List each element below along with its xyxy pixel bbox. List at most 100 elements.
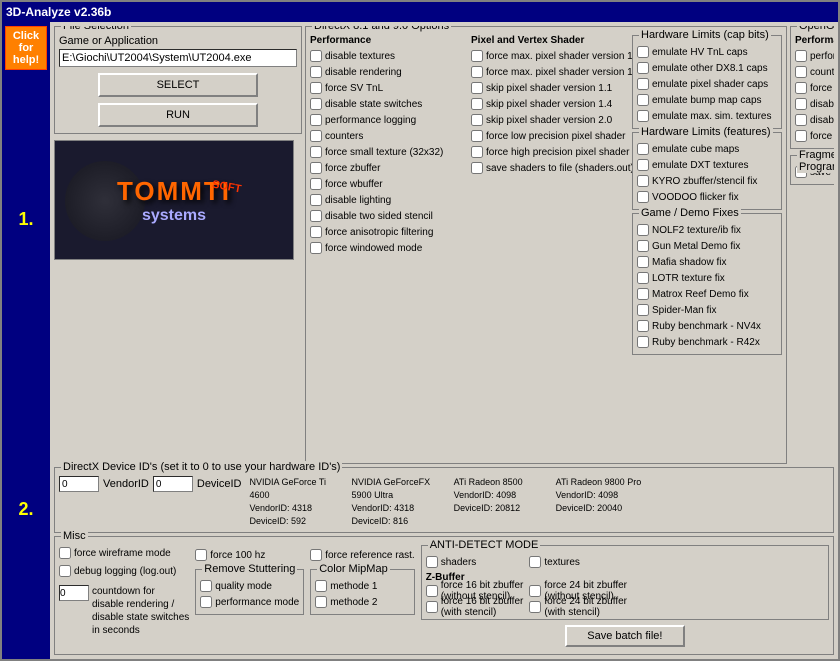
cb-ps11-force-input[interactable] — [471, 50, 483, 62]
cb-force-zbuffer-label: force zbuffer — [325, 163, 380, 174]
cb-ruby-r42x-input[interactable] — [637, 336, 649, 348]
cb-ps11-force: force max. pixel shader version 1.1 — [471, 48, 626, 64]
cb-bump-caps-input[interactable] — [637, 94, 649, 106]
cb-low-prec-input[interactable] — [471, 130, 483, 142]
cb-bump-caps-label: emulate bump map caps — [652, 95, 762, 106]
cb-wireframe-input[interactable] — [59, 547, 71, 559]
save-batch-button[interactable]: Save batch file! — [565, 625, 685, 647]
cb-disable-lighting-input[interactable] — [310, 194, 322, 206]
right-column: OpenGL Options Performance performance l… — [790, 26, 834, 464]
vendor-id-input[interactable] — [59, 476, 99, 492]
cb-shaders-input[interactable] — [426, 556, 438, 568]
cb-high-prec-input[interactable] — [471, 146, 483, 158]
cb-small-texture-input[interactable] — [310, 146, 322, 158]
cb-ps11-skip-input[interactable] — [471, 82, 483, 94]
cb-matrox-input[interactable] — [637, 288, 649, 300]
cb-sim-tex-input[interactable] — [637, 110, 649, 122]
cb-cube-maps-input[interactable] — [637, 143, 649, 155]
file-path-input[interactable] — [59, 49, 297, 67]
cb-ogl-perf-log: performance logging — [795, 48, 834, 64]
cb-force-wbuffer-input[interactable] — [310, 178, 322, 190]
performance-col: Performance disable textures disable ren… — [310, 35, 465, 355]
cb-save-shaders-input[interactable] — [471, 162, 483, 174]
cb-force-ref-label: force reference rast. — [325, 550, 414, 561]
card-1-vendor: VendorID: 4318 — [250, 502, 344, 515]
help-label: help! — [8, 54, 44, 66]
select-button[interactable]: SELECT — [98, 73, 258, 97]
cb-16bit-no-stencil-input[interactable] — [426, 585, 438, 597]
run-button[interactable]: RUN — [98, 103, 258, 127]
cb-ogl-perf-log-input[interactable] — [795, 50, 807, 62]
cb-nolf2-input[interactable] — [637, 224, 649, 236]
click-help-button[interactable]: Click for help! — [5, 26, 47, 70]
cb-24bit-no-stencil-input[interactable] — [529, 585, 541, 597]
cb-ps14-skip-input[interactable] — [471, 98, 483, 110]
cb-cube-maps-label: emulate cube maps — [652, 144, 739, 155]
cb-disable-textures-input[interactable] — [310, 50, 322, 62]
cb-ps14-force-input[interactable] — [471, 66, 483, 78]
cb-ogl-dis-render-input[interactable] — [795, 114, 807, 126]
cb-aniso-label: force anisotropic filtering — [325, 227, 433, 238]
cb-24bit-stencil-input[interactable] — [529, 601, 541, 613]
cb-ps-caps-input[interactable] — [637, 78, 649, 90]
cb-force-ref-input[interactable] — [310, 549, 322, 561]
cb-methode1-label: methode 1 — [330, 581, 377, 592]
cb-ps11-skip-label: skip pixel shader version 1.1 — [486, 83, 612, 94]
directx-title: DirectX 8.1 and 9.0 Options — [312, 26, 451, 32]
cb-dx81-caps-input[interactable] — [637, 62, 649, 74]
cb-counters-input[interactable] — [310, 130, 322, 142]
cb-100hz-input[interactable] — [195, 549, 207, 561]
misc-group: Misc force wireframe mode debug logging … — [54, 536, 834, 655]
cb-force-zbuffer-input[interactable] — [310, 162, 322, 174]
cb-mafia-input[interactable] — [637, 256, 649, 268]
cb-disable-state-switches-input[interactable] — [310, 98, 322, 110]
countdown-input[interactable] — [59, 585, 89, 601]
cb-ogl-dis-tex-input[interactable] — [795, 98, 807, 110]
mipmapping-group: Color MipMap methode 1 methode 2 — [310, 569, 414, 615]
cb-shaders: shaders — [426, 554, 524, 570]
cb-ruby-r42x: Ruby benchmark - R42x — [637, 334, 777, 350]
cb-disable-state-switches-label: disable state switches — [325, 99, 422, 110]
cb-kyro-input[interactable] — [637, 175, 649, 187]
cb-quality-mode-input[interactable] — [200, 580, 212, 592]
cb-two-sided-input[interactable] — [310, 210, 322, 222]
cb-force-sv-tnl-label: force SV TnL — [325, 83, 383, 94]
cb-lotr-input[interactable] — [637, 272, 649, 284]
mipmapping-title: Color MipMap — [317, 563, 389, 575]
cb-ps11-force-label: force max. pixel shader version 1.1 — [486, 51, 641, 62]
cb-textures-anti-input[interactable] — [529, 556, 541, 568]
countdown-label: countdown fordisable rendering /disable … — [92, 585, 189, 637]
cb-ps20-skip-input[interactable] — [471, 114, 483, 126]
cb-ogl-aniso-input[interactable] — [795, 130, 807, 142]
cb-force-sv-tnl-input[interactable] — [310, 82, 322, 94]
cb-ogl-small-tex-input[interactable] — [795, 82, 807, 94]
stutter-group: Remove Stuttering quality mode performan… — [195, 569, 304, 615]
cb-windowed-input[interactable] — [310, 242, 322, 254]
frag-vertex-group: Fragment and Vertex Programs save progra… — [790, 155, 834, 185]
device-cards-row: NVIDIA GeForce Ti 4600 VendorID: 4318 De… — [250, 476, 650, 528]
cb-ps20-skip: skip pixel shader version 2.0 — [471, 112, 626, 128]
device-id-input[interactable] — [153, 476, 193, 492]
cb-methode1-input[interactable] — [315, 580, 327, 592]
step2-label: 2. — [5, 499, 47, 520]
cb-ogl-counters-input[interactable] — [795, 66, 807, 78]
cb-dxt-tex-input[interactable] — [637, 159, 649, 171]
cb-disable-rendering-input[interactable] — [310, 66, 322, 78]
cb-ruby-nv4x-input[interactable] — [637, 320, 649, 332]
cb-two-sided: disable two sided stencil — [310, 208, 465, 224]
cb-perf-mode-input[interactable] — [200, 596, 212, 608]
cb-aniso-input[interactable] — [310, 226, 322, 238]
cb-spider-input[interactable] — [637, 304, 649, 316]
cb-gun-metal-input[interactable] — [637, 240, 649, 252]
opengl-group: OpenGL Options Performance performance l… — [790, 26, 834, 149]
cb-debug-input[interactable] — [59, 565, 71, 577]
cb-ps14-skip-label: skip pixel shader version 1.4 — [486, 99, 612, 110]
cb-perf-logging-input[interactable] — [310, 114, 322, 126]
cb-16bit-stencil-input[interactable] — [426, 601, 438, 613]
cb-voodoo-input[interactable] — [637, 191, 649, 203]
step1-label: 1. — [5, 209, 47, 230]
cb-low-prec: force low precision pixel shader — [471, 128, 626, 144]
cb-hv-tnl-input[interactable] — [637, 46, 649, 58]
misc-title: Misc — [61, 530, 88, 542]
cb-methode2-input[interactable] — [315, 596, 327, 608]
